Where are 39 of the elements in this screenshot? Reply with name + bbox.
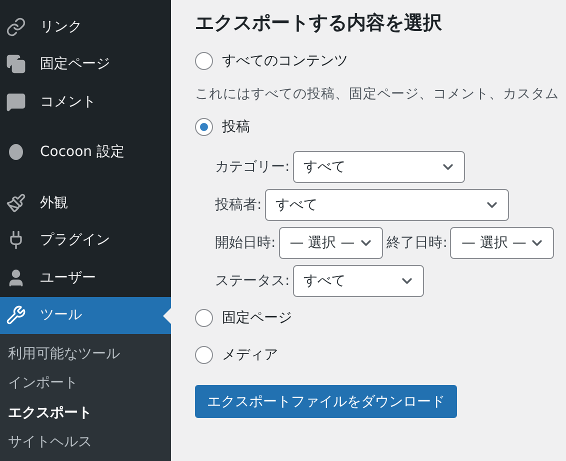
submenu-item[interactable]: インポート	[0, 368, 171, 398]
filter-label: カテゴリー:	[215, 158, 290, 176]
filter-label: 開始日時:	[215, 234, 276, 252]
wrench-icon	[6, 305, 26, 326]
select-field[interactable]: — 選択 —	[278, 227, 383, 259]
submenu-item[interactable]: エクスポート	[0, 398, 171, 428]
radio-label: 投稿	[222, 118, 250, 136]
description-text: これにはすべての投稿、固定ページ、コメント、カスタム	[195, 85, 560, 103]
radio-label: メディア	[222, 346, 278, 364]
menu-item[interactable]: プラグイン	[0, 222, 171, 259]
menu-item[interactable]: ツール	[0, 296, 171, 334]
filter-label: 投稿者:	[215, 196, 262, 214]
menu-item[interactable]: リンク	[0, 8, 171, 46]
select-field[interactable]: すべて	[264, 189, 509, 221]
link-icon	[6, 16, 26, 37]
pages-icon	[6, 54, 26, 74]
filter-label: ステータス:	[215, 272, 290, 290]
select-field[interactable]: すべて	[292, 151, 465, 183]
download-button[interactable]: エクスポートファイルをダウンロード	[195, 385, 457, 418]
select-field[interactable]: すべて	[292, 265, 424, 297]
radio-button[interactable]	[195, 52, 213, 70]
menu-item[interactable]: Cocoon 設定	[0, 134, 171, 171]
brush-icon	[6, 192, 26, 213]
menu-item[interactable]: 外観	[0, 184, 171, 222]
radio-button[interactable]	[195, 346, 213, 364]
menu-item[interactable]: ユーザー	[0, 259, 171, 296]
radio-label: 固定ページ	[222, 309, 292, 327]
comment-icon	[6, 92, 26, 112]
filter-label: 終了日時:	[386, 234, 448, 252]
radio-button[interactable]	[195, 118, 213, 136]
menu-item[interactable]: コメント	[0, 83, 171, 120]
section-title: エクスポートする内容を選択	[195, 11, 443, 36]
radio-label: すべてのコンテンツ	[222, 52, 348, 70]
circle-icon	[6, 142, 26, 162]
submenu-item[interactable]: サイトヘルス	[0, 428, 171, 457]
submenu-item[interactable]: 利用可能なツール	[0, 339, 171, 368]
radio-button[interactable]	[195, 309, 213, 327]
menu-item[interactable]: 固定ページ	[0, 46, 171, 83]
select-field[interactable]: — 選択 —	[450, 227, 554, 259]
